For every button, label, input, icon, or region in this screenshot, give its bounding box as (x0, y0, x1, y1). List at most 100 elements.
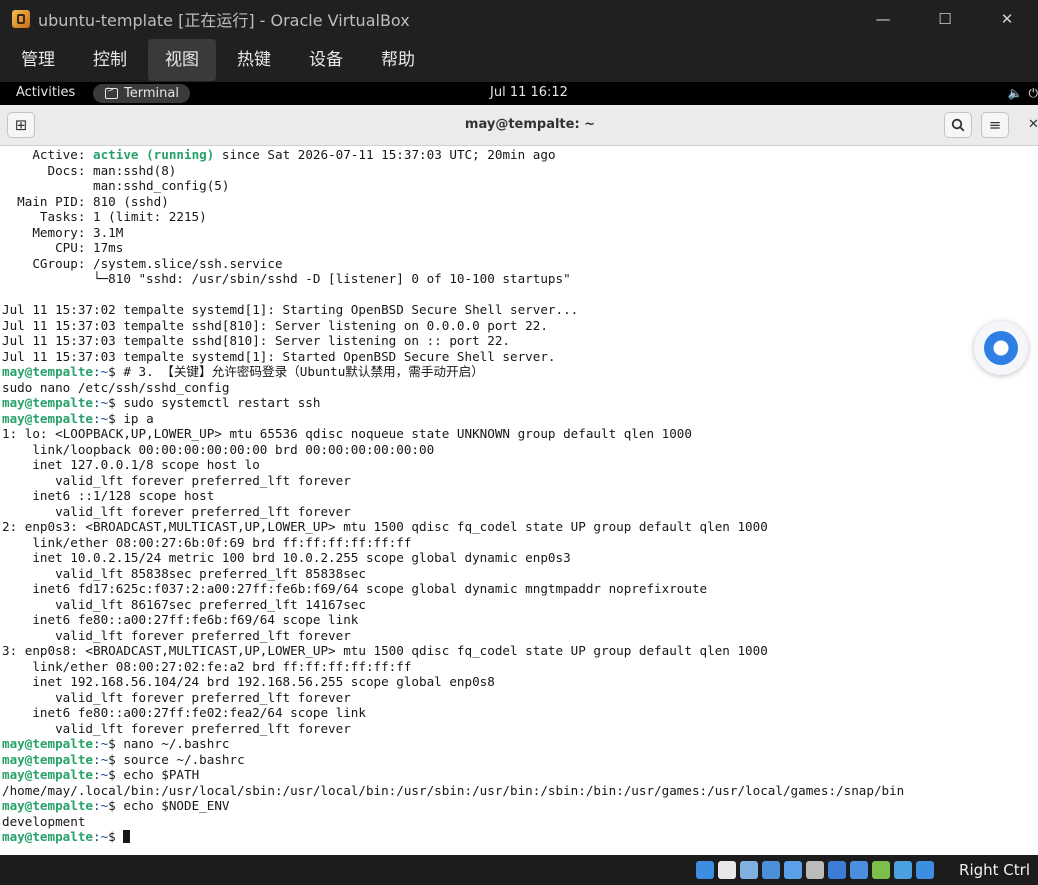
vbox-titlebar: ubuntu-template [正在运行] - Oracle VirtualB… (0, 0, 1038, 38)
output-line: 3: enp0s8: <BROADCAST,MULTICAST,UP,LOWER… (2, 643, 904, 659)
output-line: development (2, 814, 904, 830)
status-indicator-icon[interactable] (872, 861, 890, 879)
vbox-menubar: 管理 控制 视图 热键 设备 帮助 (0, 38, 1038, 82)
status-indicators (696, 861, 934, 879)
line-text: man:sshd_config(5) (2, 178, 230, 193)
line-text: $ echo $NODE_ENV (108, 798, 230, 813)
line-text: link/ether 08:00:27:02:fe:a2 brd ff:ff:f… (2, 658, 412, 674)
menu-item[interactable]: 控制 (76, 39, 144, 81)
search-button[interactable] (944, 112, 972, 138)
prompt-user: may@tempalte (2, 364, 93, 379)
prompt-line: may@tempalte:~$ echo $NODE_ENV (2, 798, 904, 814)
prompt-user: may@tempalte (2, 767, 93, 782)
activities-button[interactable]: Activities (16, 85, 75, 100)
terminal-body[interactable]: Active: active (running) since Sat 2026-… (0, 146, 1038, 855)
prompt-line: may@tempalte:~$ (2, 829, 904, 845)
window-title: ubuntu-template [正在运行] - Oracle VirtualB… (38, 11, 410, 30)
floating-assistant-button[interactable] (974, 321, 1028, 375)
status-indicator-icon[interactable] (696, 861, 714, 879)
line-text: CPU: 17ms (2, 240, 124, 255)
terminal-output: Active: active (running) since Sat 2026-… (2, 147, 904, 845)
line-text: inet 192.168.56.104/24 brd 192.168.56.25… (2, 674, 495, 689)
close-button[interactable]: ✕ (976, 0, 1038, 38)
output-line: valid_lft forever preferred_lft forever (2, 473, 904, 489)
status-indicator-icon[interactable] (718, 861, 736, 879)
output-line: Jul 11 15:37:03 tempalte systemd[1]: Sta… (2, 349, 904, 365)
line-text: valid_lft forever preferred_lft forever (2, 627, 351, 643)
menu-item[interactable]: 热键 (220, 39, 288, 81)
output-line: Main PID: 810 (sshd) (2, 194, 904, 210)
app-menu-terminal[interactable]: Terminal (93, 84, 190, 103)
output-line: inet 10.0.2.15/24 metric 100 brd 10.0.2.… (2, 550, 904, 566)
line-text: $ sudo systemctl restart ssh (108, 395, 321, 410)
output-line: inet6 fe80::a00:27ff:fe02:fea2/64 scope … (2, 705, 904, 721)
prompt-path: :~ (93, 364, 109, 379)
line-text: valid_lft forever preferred_lft forever (2, 503, 351, 519)
line-text: $ echo $PATH (108, 767, 200, 782)
output-line: Docs: man:sshd(8) (2, 163, 904, 179)
line-text: inet6 ::1/128 scope host (2, 488, 215, 503)
line-text: inet 127.0.0.1/8 scope host lo (2, 457, 260, 472)
status-indicator-icon[interactable] (784, 861, 802, 879)
speaker-icon: 🔈 (1007, 86, 1023, 100)
minimize-button[interactable]: — (852, 0, 914, 38)
line-text: inet6 fd17:625c:f037:2:a00:27ff:fe6b:f69… (2, 581, 708, 596)
maximize-button[interactable]: ☐ (914, 0, 976, 38)
line-text: Jul 11 15:37:03 tempalte systemd[1]: Sta… (2, 348, 556, 364)
output-line: CGroup: /system.slice/ssh.service (2, 256, 904, 272)
text-cursor (123, 830, 131, 843)
output-line: 2: enp0s3: <BROADCAST,MULTICAST,UP,LOWER… (2, 519, 904, 535)
status-indicator-icon[interactable] (850, 861, 868, 879)
status-indicator-icon[interactable] (828, 861, 846, 879)
output-line: Jul 11 15:37:02 tempalte systemd[1]: Sta… (2, 302, 904, 318)
status-indicator-icon[interactable] (762, 861, 780, 879)
clock[interactable]: Jul 11 16:12 (490, 85, 568, 100)
terminal-icon (105, 85, 118, 99)
menu-item[interactable]: 帮助 (364, 39, 432, 81)
output-line: link/ether 08:00:27:6b:0f:69 brd ff:ff:f… (2, 535, 904, 551)
output-line: link/loopback 00:00:00:00:00:00 brd 00:0… (2, 442, 904, 458)
prompt-line: may@tempalte:~$ sudo systemctl restart s… (2, 395, 904, 411)
window-controls: — ☐ ✕ (852, 0, 1038, 38)
line-text: Jul 11 15:37:03 tempalte sshd[810]: Serv… (2, 317, 548, 333)
line-text: link/ether 08:00:27:6b:0f:69 brd ff:ff:f… (2, 534, 412, 550)
line-text: Jul 11 15:37:03 tempalte sshd[810]: Serv… (2, 333, 510, 348)
output-line: inet6 ::1/128 scope host (2, 488, 904, 504)
hamburger-icon: ≡ (988, 116, 1002, 134)
line-text: Memory: 3.1M (2, 224, 124, 240)
line-text: $ nano ~/.bashrc (108, 736, 230, 751)
prompt-path: :~ (93, 798, 109, 813)
virtualbox-logo-icon (12, 10, 30, 28)
line-text: $ (108, 829, 124, 844)
status-indicator-icon[interactable] (740, 861, 758, 879)
gnome-top-bar: Activities Terminal Jul 11 16:12 🔈 ⏻ (0, 82, 1038, 105)
line-text: └─810 "sshd: /usr/sbin/sshd -D [listener… (2, 271, 571, 286)
line-text: 3: enp0s8: <BROADCAST,MULTICAST,UP,LOWER… (2, 643, 768, 658)
status-indicator-icon[interactable] (916, 861, 934, 879)
line-text: development (2, 813, 86, 829)
line-text: inet 10.0.2.15/24 metric 100 brd 10.0.2.… (2, 550, 571, 565)
line-text: 2: enp0s3: <BROADCAST,MULTICAST,UP,LOWER… (2, 519, 768, 534)
menu-item[interactable]: 视图 (148, 39, 216, 81)
line-text: inet6 fe80::a00:27ff:fe02:fea2/64 scope … (2, 705, 366, 720)
system-tray[interactable]: 🔈 ⏻ (1008, 86, 1038, 101)
output-line: /home/may/.local/bin:/usr/local/sbin:/us… (2, 783, 904, 799)
line-text: sudo nano /etc/ssh/sshd_config (2, 379, 230, 395)
menu-item[interactable]: 管理 (4, 39, 72, 81)
status-indicator-icon[interactable] (894, 861, 912, 879)
prompt-user: may@tempalte (2, 751, 93, 767)
status-indicator-icon[interactable] (806, 861, 824, 879)
close-tab-icon[interactable]: ✕ (1028, 117, 1038, 132)
output-line: Tasks: 1 (limit: 2215) (2, 209, 904, 225)
terminal-title: may@tempalte: ~ (464, 117, 596, 132)
prompt-line: may@tempalte:~$ # 3. 【关键】允许密码登录（Ubuntu默认… (2, 364, 904, 380)
output-line: inet 192.168.56.104/24 brd 192.168.56.25… (2, 674, 904, 690)
menu-item[interactable]: 设备 (292, 39, 360, 81)
line-text: $ source ~/.bashrc (108, 751, 245, 767)
power-icon: ⏻ (1028, 86, 1038, 100)
line-text: Main PID: 810 (sshd) (2, 193, 169, 209)
output-line: inet6 fe80::a00:27ff:fe6b:f69/64 scope l… (2, 612, 904, 628)
output-line: valid_lft forever preferred_lft forever (2, 628, 904, 644)
menu-button[interactable]: ≡ (981, 112, 1009, 138)
output-line: 1: lo: <LOOPBACK,UP,LOWER_UP> mtu 65536 … (2, 426, 904, 442)
